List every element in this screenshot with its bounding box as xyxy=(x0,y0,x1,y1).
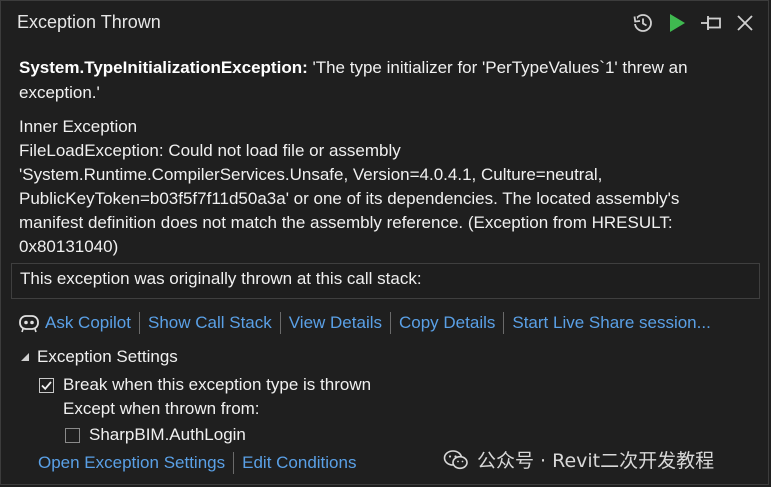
edit-conditions-link[interactable]: Edit Conditions xyxy=(242,453,356,473)
open-exception-settings-link[interactable]: Open Exception Settings xyxy=(38,453,225,473)
exception-settings-heading: Exception Settings xyxy=(37,347,178,366)
bottom-links: Open Exception Settings Edit Conditions xyxy=(38,452,356,474)
watermark: 公众号 · Revit二次开发教程 xyxy=(443,446,714,473)
link-separator xyxy=(390,312,391,334)
copilot-icon[interactable] xyxy=(17,312,41,334)
link-separator xyxy=(138,312,140,334)
except-when-label: Except when thrown from: xyxy=(63,399,260,418)
break-when-thrown-checkbox[interactable] xyxy=(39,377,54,393)
module-checkbox[interactable] xyxy=(65,427,80,443)
window-title: Exception Thrown xyxy=(17,12,161,32)
copy-details-link[interactable]: Copy Details xyxy=(399,313,495,333)
title-bar: Exception Thrown xyxy=(1,1,768,45)
break-when-thrown-row[interactable]: Break when this exception type is thrown xyxy=(39,375,371,395)
wechat-icon xyxy=(443,449,468,469)
inner-exception: Inner Exception FileLoadException: Could… xyxy=(19,115,754,259)
exception-type: System.TypeInitializationException: xyxy=(19,58,308,77)
break-when-thrown-label: Break when this exception type is thrown xyxy=(63,375,372,394)
view-details-link[interactable]: View Details xyxy=(289,313,382,333)
inner-exception-line: FileLoadException: Could not load file o… xyxy=(19,141,401,160)
inner-exception-line: 0x80131040) xyxy=(19,237,119,256)
collapse-triangle-icon xyxy=(21,353,29,361)
exception-settings-toggle[interactable]: Exception Settings xyxy=(19,347,178,367)
inner-exception-line: manifest definition does not match the a… xyxy=(19,213,673,232)
pin-icon[interactable] xyxy=(696,9,726,37)
ask-copilot-link[interactable]: Ask Copilot xyxy=(45,313,131,333)
link-separator xyxy=(279,312,281,334)
link-separator xyxy=(503,312,505,334)
exception-content: System.TypeInitializationException: 'The… xyxy=(19,55,754,259)
inner-exception-line: PublicKeyToken=b03f5f7f11d50a3a' or one … xyxy=(19,189,680,208)
show-call-stack-link[interactable]: Show Call Stack xyxy=(148,313,272,333)
history-icon[interactable] xyxy=(628,9,658,37)
module-row[interactable]: SharpBIM.AuthLogin xyxy=(65,425,246,445)
live-share-link[interactable]: Start Live Share session... xyxy=(512,313,710,333)
inner-exception-heading: Inner Exception xyxy=(19,117,138,136)
watermark-text: 公众号 · Revit二次开发教程 xyxy=(477,450,715,472)
continue-play-icon[interactable] xyxy=(662,9,692,37)
call-stack-box[interactable]: This exception was originally thrown at … xyxy=(11,263,760,299)
title-bar-actions xyxy=(628,9,760,37)
exception-helper-popup: Exception Thrown System.TypeInitializati… xyxy=(0,0,769,485)
close-icon[interactable] xyxy=(730,9,760,37)
exception-message: System.TypeInitializationException: 'The… xyxy=(19,55,754,105)
module-label: SharpBIM.AuthLogin xyxy=(89,425,246,444)
link-separator xyxy=(233,452,235,474)
action-links: Ask Copilot Show Call Stack View Details… xyxy=(17,312,711,334)
call-stack-text: This exception was originally thrown at … xyxy=(20,269,422,288)
inner-exception-line: 'System.Runtime.CompilerServices.Unsafe,… xyxy=(19,165,603,184)
checkmark-icon xyxy=(41,380,52,390)
